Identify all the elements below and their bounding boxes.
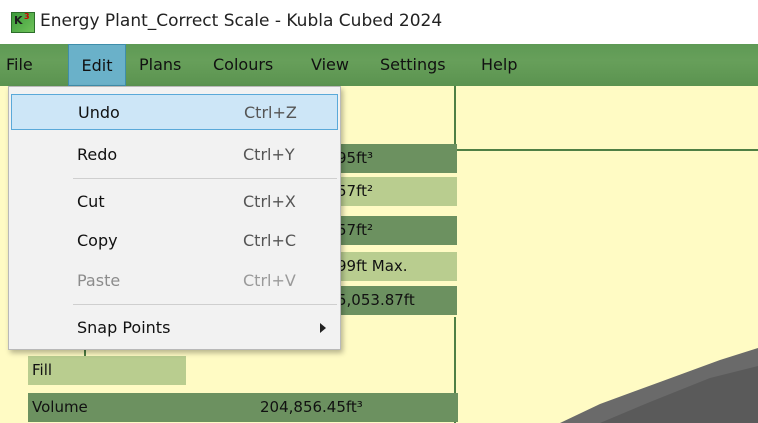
menu-plans[interactable]: Plans xyxy=(139,44,181,86)
menu-edit[interactable]: Edit xyxy=(68,44,126,86)
menu-item-copy[interactable]: Copy Ctrl+C xyxy=(11,223,338,259)
menu-separator xyxy=(73,178,337,179)
menu-item-cut[interactable]: Cut Ctrl+X xyxy=(11,184,338,220)
menu-colours[interactable]: Colours xyxy=(213,44,273,86)
menu-settings[interactable]: Settings xyxy=(380,44,446,86)
kubla-k3-icon: K3 xyxy=(11,12,35,33)
menu-item-snap-points[interactable]: Snap Points xyxy=(11,310,338,346)
menu-file[interactable]: File xyxy=(6,44,33,86)
menu-item-paste: Paste Ctrl+V xyxy=(77,271,296,290)
title-bar: K3 Energy Plant_Correct Scale - Kubla Cu… xyxy=(0,0,758,44)
menu-bar: File Edit Plans Colours View Settings He… xyxy=(0,44,758,86)
menu-separator xyxy=(73,304,337,305)
menu-item-redo[interactable]: Redo Ctrl+Y xyxy=(11,137,338,173)
menu-help[interactable]: Help xyxy=(481,44,517,86)
window-title: Energy Plant_Correct Scale - Kubla Cubed… xyxy=(40,11,443,31)
menu-item-undo[interactable]: Undo Ctrl+Z xyxy=(11,94,338,130)
menu-view[interactable]: View xyxy=(311,44,349,86)
chevron-right-icon xyxy=(320,323,326,333)
edit-menu-dropdown: Undo Ctrl+Z Redo Ctrl+Y Cut Ctrl+X Copy … xyxy=(8,86,341,350)
